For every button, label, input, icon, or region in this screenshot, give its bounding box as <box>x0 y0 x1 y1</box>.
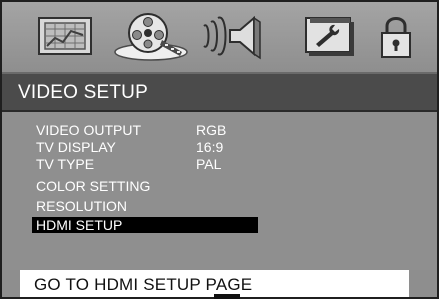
menu-item-resolution[interactable]: RESOLUTION <box>32 198 258 214</box>
password-lock-icon[interactable] <box>374 10 418 62</box>
help-bar: GO TO HDMI SETUP PAGE <box>20 270 409 297</box>
page-header: VIDEO SETUP <box>2 72 437 112</box>
menu-item-value: RGB <box>196 122 227 138</box>
general-setup-icon[interactable] <box>32 10 98 62</box>
menu-item-tv-type[interactable]: TV TYPE PAL <box>32 156 258 172</box>
help-text: GO TO HDMI SETUP PAGE <box>34 275 253 294</box>
menu-item-color-setting[interactable]: COLOR SETTING <box>32 178 258 194</box>
preferences-setup-icon[interactable] <box>302 10 356 62</box>
menu-item-hdmi-setup[interactable]: HDMI SETUP <box>32 217 258 233</box>
menu-item-video-output[interactable]: VIDEO OUTPUT RGB <box>32 122 258 138</box>
menu-item-tv-display[interactable]: TV DISPLAY 16:9 <box>32 139 258 155</box>
text-cursor <box>214 294 240 299</box>
osd-panel: VIDEO SETUP VIDEO OUTPUT RGB TV DISPLAY … <box>0 0 439 299</box>
menu-item-label: TV TYPE <box>36 156 95 172</box>
audio-setup-icon[interactable] <box>200 10 264 62</box>
menu-item-label: HDMI SETUP <box>36 217 123 233</box>
menu-item-label: RESOLUTION <box>36 198 128 214</box>
page-title: VIDEO SETUP <box>18 82 148 103</box>
setup-category-bar <box>2 2 437 70</box>
menu-item-label: COLOR SETTING <box>36 178 151 194</box>
menu-item-value: 16:9 <box>196 139 224 155</box>
menu-item-label: TV DISPLAY <box>36 139 116 155</box>
video-setup-icon[interactable] <box>110 10 192 62</box>
menu-item-value: PAL <box>196 156 222 172</box>
menu-item-label: VIDEO OUTPUT <box>36 122 142 138</box>
